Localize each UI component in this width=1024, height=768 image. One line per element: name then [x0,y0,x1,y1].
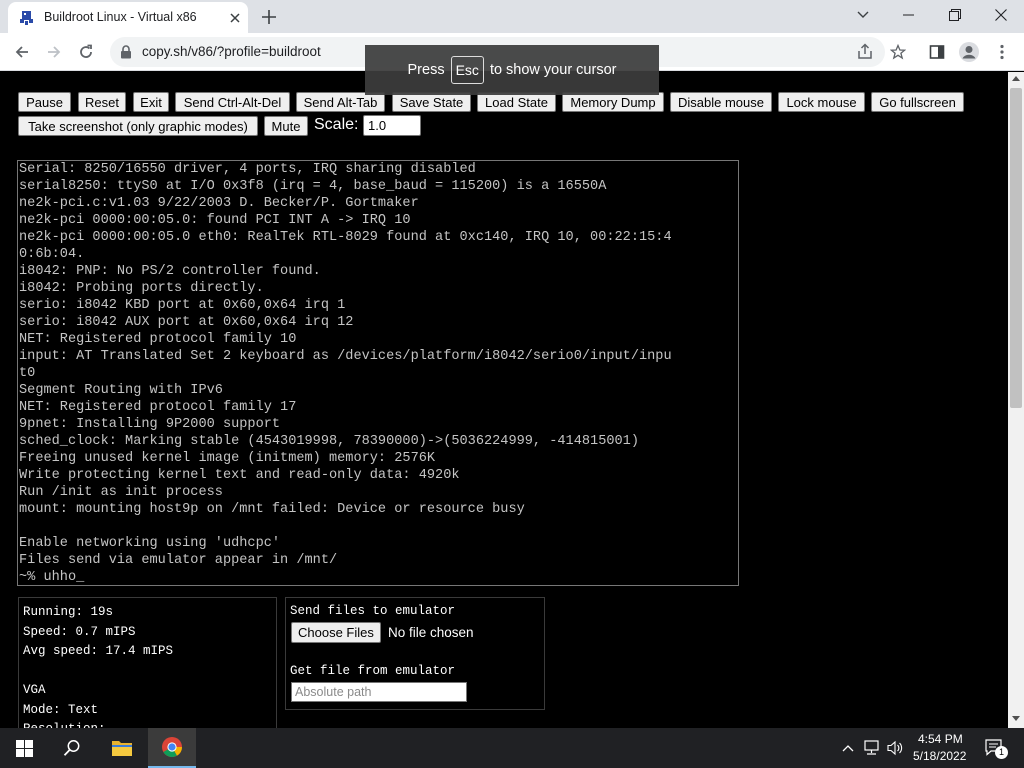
scrollbar-thumb[interactable] [1010,88,1022,408]
file-explorer-icon[interactable] [98,728,146,768]
taskbar-search-icon[interactable] [48,728,96,768]
choose-files-button[interactable]: Choose Files [291,622,381,643]
new-tab-icon[interactable] [258,6,280,28]
profile-avatar-icon[interactable] [957,40,981,64]
scale-label: Scale: [314,116,359,133]
chrome-taskbar-icon[interactable] [148,728,196,768]
bookmark-star-icon[interactable] [886,40,910,64]
send-files-heading: Send files to emulator [290,604,456,618]
windows-taskbar: 4:54 PM 5/18/2022 1 [0,728,1024,768]
emulator-page: Pause Reset Exit Send Ctrl-Alt-Del Send … [0,72,1008,728]
v86-favicon-icon [20,11,33,25]
esc-key-badge: Esc [450,56,484,84]
back-icon[interactable] [10,40,34,64]
clock-date[interactable]: 5/18/2022 [913,749,966,763]
go-fullscreen-button[interactable]: Go fullscreen [871,92,964,112]
scale-input[interactable] [363,115,421,136]
runtime-stats-panel: Running: 19s Speed: 0.7 mIPS Avg speed: 17… [18,597,277,728]
terminal-line: NET: Registered protocol family 10 [19,332,297,347]
terminal-line: mount: mounting host9p on /mnt failed: D… [19,502,525,517]
restore-icon[interactable] [932,0,978,30]
stats-line: Avg speed: 17.4 mIPS [23,644,174,658]
stats-line: Running: 19s [23,605,114,619]
emulator-screen[interactable]: Serial: 8250/16550 driver, 4 ports, IRQ … [17,160,739,586]
url-text: copy.sh/v86/?profile=buildroot [142,44,321,59]
terminal-line: serial8250: ttyS0 at I/O 0x3f8 (irq = 4,… [19,179,607,194]
reset-button[interactable]: Reset [78,92,126,112]
notifications-icon[interactable]: 1 [983,738,1008,759]
side-panel-icon[interactable] [925,40,949,64]
notification-count-badge: 1 [995,746,1008,759]
page-scrollbar[interactable] [1008,72,1024,728]
pause-button[interactable]: Pause [18,92,71,112]
terminal-line: ne2k-pci.c:v1.03 9/22/2003 D. Becker/P. … [19,196,419,211]
terminal-line: 0:6b:04. [19,247,85,262]
terminal-line: input: AT Translated Set 2 keyboard as /… [19,349,672,364]
reload-icon[interactable] [74,40,98,64]
terminal-line: serio: i8042 KBD port at 0x60,0x64 irq 1 [19,298,346,313]
terminal-line: 9pnet: Installing 9P2000 support [19,417,281,432]
browser-menu-icon[interactable] [990,40,1014,64]
terminal-line: t0 [19,366,36,381]
clock-time[interactable]: 4:54 PM [918,732,963,746]
absolute-path-input[interactable] [291,682,467,702]
send-alt-tab-button[interactable]: Send Alt-Tab [296,92,385,112]
lock-icon[interactable] [120,45,132,59]
volume-icon[interactable] [886,738,906,758]
stats-line: Speed: 0.7 mIPS [23,624,136,639]
terminal-line: serio: i8042 AUX port at 0x60,0x64 irq 1… [19,315,354,330]
terminal-line: ne2k-pci 0000:00:05.0: found PCI INT A -… [19,213,411,228]
browser-tab[interactable]: Buildroot Linux - Virtual x86 [8,2,248,33]
tab-close-icon[interactable] [226,9,244,27]
terminal-line: Freeing unused kernel image (initmem) me… [19,451,436,466]
memory-dump-button[interactable]: Memory Dump [562,92,664,112]
scroll-down-arrow-icon[interactable] [1012,716,1020,721]
network-icon[interactable] [862,738,882,758]
disable-mouse-button[interactable]: Disable mouse [670,92,772,112]
cursor-lock-notice: Press Esc to show your cursor [365,45,659,95]
terminal-line: Write protecting kernel text and read-on… [19,468,460,483]
tray-chevron-up-icon[interactable] [838,738,858,758]
notice-press-text: Press [407,62,445,78]
send-ctrl-alt-del-button[interactable]: Send Ctrl-Alt-Del [175,92,290,112]
minimize-icon[interactable] [886,0,932,30]
save-state-button[interactable]: Save State [392,92,471,112]
forward-icon[interactable] [42,40,66,64]
terminal-line: Run /init as init process [19,485,223,500]
start-windows-icon[interactable] [0,728,48,768]
exit-button[interactable]: Exit [133,92,169,112]
stats-line: Resolution: - [23,720,276,728]
close-window-icon[interactable] [978,0,1024,30]
terminal-line: NET: Registered protocol family 17 [19,400,297,415]
terminal-line: Serial: 8250/16550 driver, 4 ports, IRQ … [19,162,476,177]
tab-title: Buildroot Linux - Virtual x86 [44,10,197,24]
terminal-line: Segment Routing with IPv6 [19,383,223,398]
terminal-line: i8042: PNP: No PS/2 controller found. [19,264,321,279]
notice-rest-text: to show your cursor [489,62,617,78]
tab-search-icon[interactable] [840,0,886,30]
stats-line [23,662,276,682]
terminal-line: sched_clock: Marking stable (4543019998,… [19,434,639,449]
get-file-heading: Get file from emulator [290,664,456,678]
mute-button[interactable]: Mute [264,116,308,136]
terminal-line: Enable networking using 'udhcpc' [19,536,281,551]
stats-line: Mode: Text [23,702,99,717]
terminal-line: ~% uhho_ [19,570,85,585]
stats-line: VGA [23,683,46,697]
share-icon[interactable] [856,43,874,61]
browser-tabstrip: Buildroot Linux - Virtual x86 [0,0,1024,33]
load-state-button[interactable]: Load State [477,92,556,112]
terminal-line: Files send via emulator appear in /mnt/ [19,553,338,568]
take-screenshot-button[interactable]: Take screenshot (only graphic modes) [18,116,258,136]
file-transfer-panel: Send files to emulator Choose Files No f… [285,597,545,710]
terminal-line: i8042: Probing ports directly. [19,281,264,296]
terminal-line: ne2k-pci 0000:00:05.0 eth0: RealTek RTL-… [19,230,672,245]
no-file-chosen-text: No file chosen [388,625,474,640]
lock-mouse-button[interactable]: Lock mouse [778,92,865,112]
scroll-up-arrow-icon[interactable] [1012,76,1020,81]
